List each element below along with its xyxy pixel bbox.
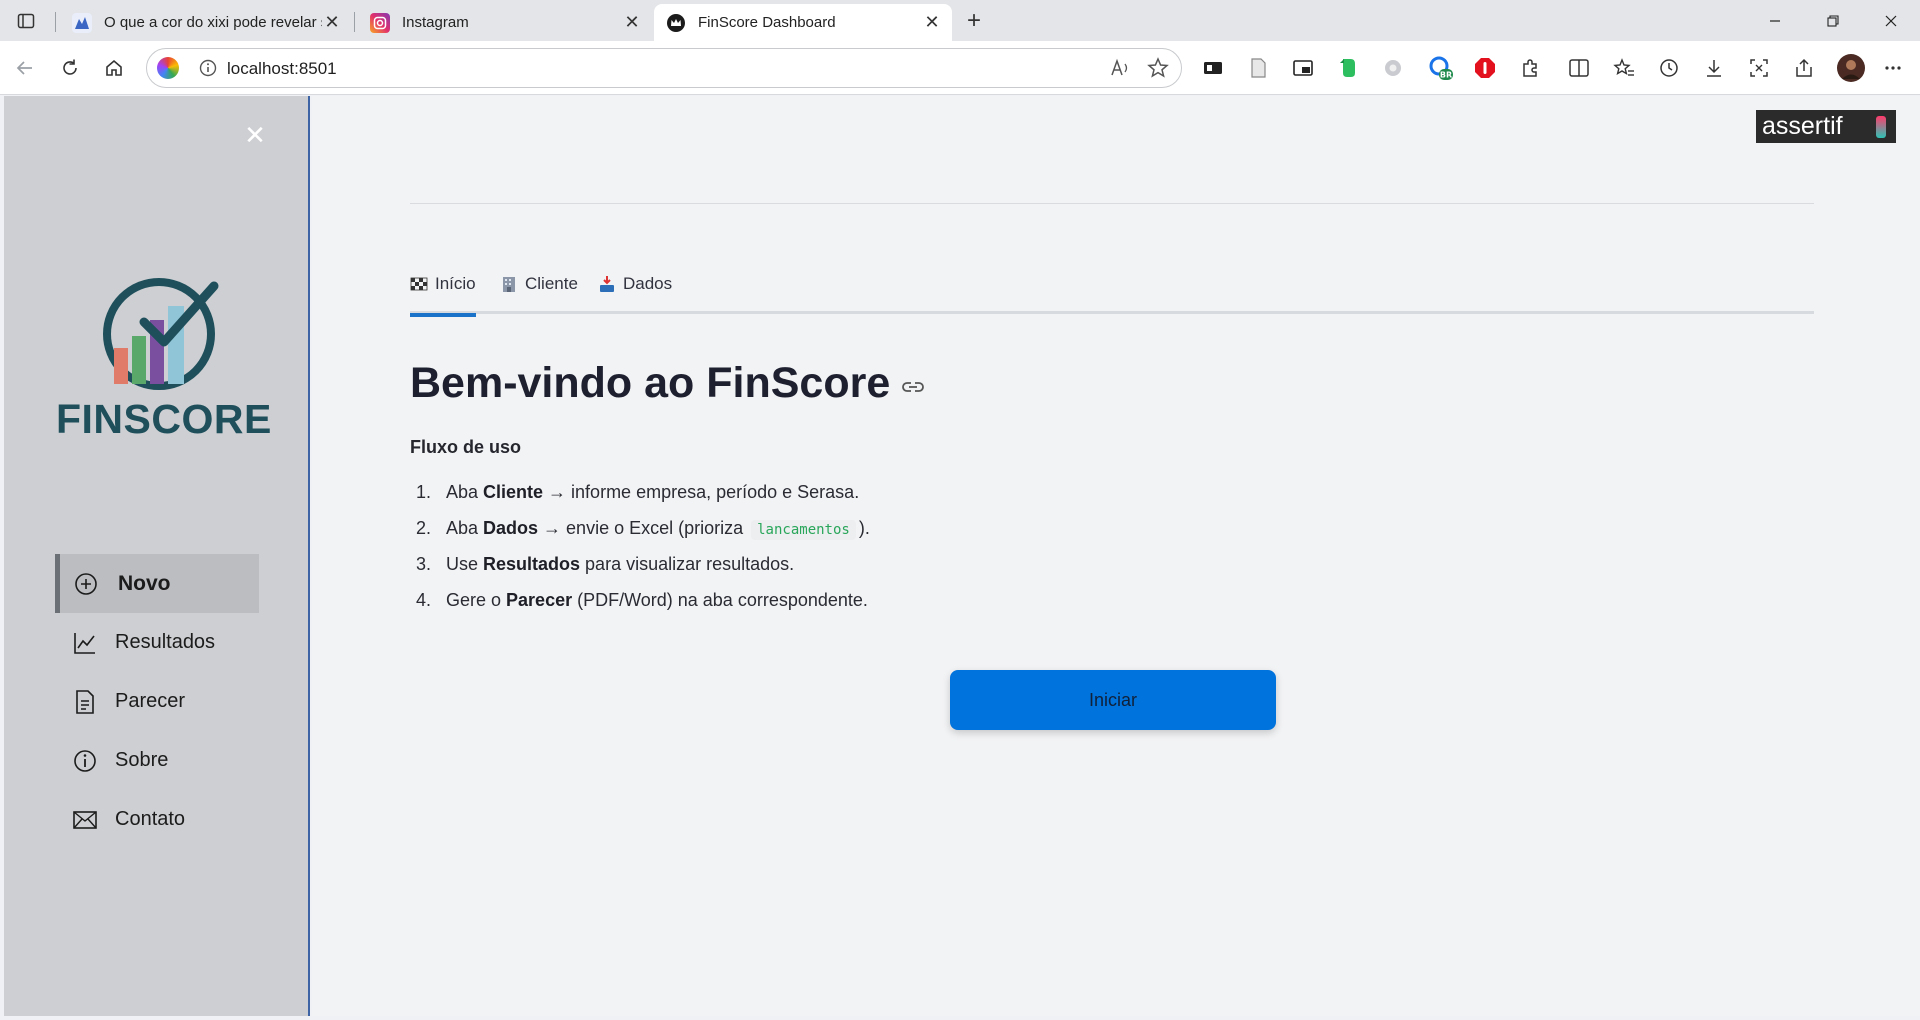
sidebar-item-parecer[interactable]: Parecer <box>55 672 259 731</box>
profile-avatar[interactable] <box>1836 53 1866 83</box>
tab-title: O que a cor do xixi pode revelar s <box>104 14 322 31</box>
sidebar: ✕ FINSCORE Novo Resultados Parecer Sobre… <box>4 96 310 1016</box>
anchor-link-icon[interactable] <box>900 374 926 400</box>
section-subheading: Fluxo de uso <box>410 437 522 457</box>
finscore-logo: FINSCORE <box>56 276 272 446</box>
picture-in-picture-icon[interactable] <box>1290 55 1316 81</box>
close-tab-icon[interactable]: ✕ <box>322 12 342 33</box>
screenshot-icon[interactable] <box>1746 55 1772 81</box>
envelope-icon <box>71 806 99 834</box>
sidebar-item-label: Novo <box>118 571 171 595</box>
copilot-icon[interactable] <box>157 57 179 79</box>
tab-label: Início <box>435 274 476 293</box>
window-close-icon[interactable] <box>1868 0 1914 41</box>
new-tab-icon[interactable]: + <box>962 7 986 34</box>
divider <box>410 203 1814 204</box>
usage-steps-list: 1. Aba Cliente → informe empresa, período… <box>410 474 870 618</box>
list-item: 4. Gere o Parecer (PDF/Word) na aba corre… <box>416 590 868 610</box>
history-icon[interactable] <box>1656 55 1682 81</box>
inbox-tray-icon <box>600 276 614 292</box>
close-sidebar-icon[interactable]: ✕ <box>240 120 270 150</box>
profile-badge-text: BR <box>1440 71 1452 80</box>
logo-chart-icon <box>103 278 219 390</box>
news-icon <box>72 12 92 33</box>
extensions-puzzle-icon[interactable] <box>1517 55 1543 81</box>
downloads-icon[interactable] <box>1701 55 1727 81</box>
close-tab-icon[interactable]: ✕ <box>622 12 642 33</box>
building-icon <box>503 277 515 292</box>
back-icon[interactable] <box>12 55 38 81</box>
checkered-flag-icon <box>410 277 428 291</box>
address-bar[interactable]: localhost:8501 <box>146 48 1182 88</box>
favorite-star-icon[interactable] <box>1147 57 1169 84</box>
page-extension-icon[interactable] <box>1245 55 1271 81</box>
reading-view-icon[interactable] <box>1200 55 1226 81</box>
tab-label: Cliente <box>525 274 578 293</box>
page-title-text: Bem-vindo ao FinScore <box>410 359 891 407</box>
browser-tab-strip: O que a cor do xixi pode revelar s ✕ Ins… <box>0 0 1920 41</box>
reload-icon[interactable] <box>57 55 83 81</box>
assertif-badge[interactable]: assertif <box>1756 110 1896 143</box>
sidebar-item-novo[interactable]: Novo <box>55 554 259 613</box>
tab-actions-icon[interactable] <box>14 9 38 33</box>
tab-title: Instagram <box>402 14 469 31</box>
line-chart-icon <box>71 629 99 657</box>
favorites-icon[interactable] <box>1611 55 1637 81</box>
tab-title: FinScore Dashboard <box>698 14 836 31</box>
list-item: 2. Aba Dados → envie o Excel (prioriza la… <box>416 518 870 540</box>
tab-separator <box>354 12 355 32</box>
tab-dados[interactable]: Dados <box>598 272 672 314</box>
sidebar-item-contato[interactable]: Contato <box>55 790 259 849</box>
streamlit-crown-icon <box>666 12 686 33</box>
sidebar-item-label: Parecer <box>115 690 186 712</box>
browser-toolbar: localhost:8501 BR <box>0 41 1920 95</box>
more-menu-icon[interactable] <box>1880 55 1906 81</box>
share-icon[interactable] <box>1791 55 1817 81</box>
tab-bar: Início Cliente Dados <box>410 272 1814 317</box>
sidebar-item-label: Sobre <box>115 749 169 771</box>
restore-icon[interactable] <box>1810 0 1856 41</box>
browser-tab-instagram[interactable]: Instagram ✕ <box>358 4 652 41</box>
tab-inicio[interactable]: Início <box>410 272 476 317</box>
sidebar-item-label: Resultados <box>115 631 216 653</box>
vpn-br-icon[interactable]: BR <box>1428 55 1454 81</box>
close-tab-icon[interactable]: ✕ <box>922 12 942 33</box>
list-item: 1. Aba Cliente → informe empresa, período… <box>416 482 860 502</box>
url-text: localhost:8501 <box>227 59 337 78</box>
instagram-icon <box>370 12 390 33</box>
browser-tab-finscore[interactable]: FinScore Dashboard ✕ <box>654 4 952 41</box>
logo-wordmark: FINSCORE <box>56 396 272 442</box>
tab-cliente[interactable]: Cliente <box>500 272 578 314</box>
sidebar-item-resultados[interactable]: Resultados <box>55 613 259 672</box>
sidebar-item-sobre[interactable]: Sobre <box>55 731 259 790</box>
document-icon <box>71 688 99 716</box>
site-info-icon[interactable] <box>199 59 217 82</box>
extension-gray-icon[interactable] <box>1380 55 1406 81</box>
main-content: assertif Início Cliente Dados Bem-vindo … <box>312 96 1920 1016</box>
plus-circle-icon <box>72 570 100 598</box>
read-aloud-icon[interactable] <box>1109 57 1131 84</box>
tab-separator <box>55 12 56 32</box>
list-item: 3. Use Resultados para visualizar resulta… <box>416 554 795 574</box>
tab-label: Dados <box>623 274 673 293</box>
assertif-label: assertif <box>1762 112 1843 140</box>
page-title: Bem-vindo ao FinScore <box>410 359 926 408</box>
info-circle-icon <box>71 747 99 775</box>
adblock-icon[interactable] <box>1472 55 1498 81</box>
iniciar-button[interactable]: Iniciar <box>950 670 1276 730</box>
assertif-mark-icon <box>1876 116 1886 138</box>
inline-code: lancamentos <box>751 520 856 540</box>
split-screen-icon[interactable] <box>1566 55 1592 81</box>
browser-tab-news[interactable]: O que a cor do xixi pode revelar s ✕ <box>60 4 352 41</box>
minimize-icon[interactable] <box>1752 0 1798 41</box>
home-icon[interactable] <box>101 55 127 81</box>
sidebar-item-label: Contato <box>115 808 186 830</box>
evernote-icon[interactable] <box>1335 55 1361 81</box>
